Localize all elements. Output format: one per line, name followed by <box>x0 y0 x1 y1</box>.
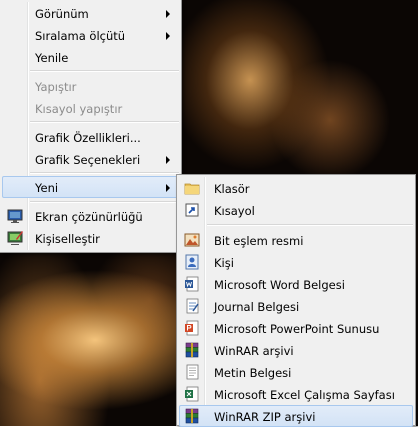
menu-item-label: Kısayol <box>214 204 255 218</box>
menu-separator <box>30 121 179 123</box>
menu-item-label: Yeni <box>35 181 59 195</box>
menu-item-label: Journal Belgesi <box>214 300 300 314</box>
new-word-document-item[interactable]: Microsoft Word Belgesi <box>179 273 413 295</box>
contact-icon <box>185 254 199 270</box>
new-winrar-zip-item[interactable]: WinRAR ZIP arşivi <box>179 405 413 427</box>
winrar-zip-icon <box>185 408 199 424</box>
menu-separator <box>30 201 179 203</box>
personalize-icon <box>7 231 23 245</box>
menu-item-label: Görünüm <box>35 7 89 21</box>
menu-item-label: Klasör <box>214 182 250 196</box>
menu-item-label: Microsoft PowerPoint Sunusu <box>214 322 380 336</box>
new-journal-document-item[interactable]: Journal Belgesi <box>179 295 413 317</box>
menu-item-sort-by[interactable]: Sıralama ölçütü <box>2 24 179 46</box>
menu-item-label: Grafik Seçenekleri <box>35 153 141 167</box>
new-contact-item[interactable]: Kişi <box>179 251 413 273</box>
menu-item-label: Yenile <box>35 51 69 65</box>
new-folder-item[interactable]: Klasör <box>179 177 413 199</box>
menu-item-personalize[interactable]: Kişiselleştir <box>2 227 179 249</box>
menu-separator <box>207 224 413 226</box>
powerpoint-icon <box>185 320 199 336</box>
menu-item-label: Kişiselleştir <box>35 232 100 246</box>
new-winrar-archive-item[interactable]: WinRAR arşivi <box>179 339 413 361</box>
submenu-arrow-icon <box>166 156 170 164</box>
word-document-icon <box>185 276 199 292</box>
desktop-context-menu: Görünüm Sıralama ölçütü Yenile Yapıştır … <box>0 0 182 253</box>
folder-icon <box>184 183 200 195</box>
submenu-arrow-icon <box>166 32 170 40</box>
menu-item-paste-shortcut: Kısayol yapıştır <box>2 97 179 119</box>
text-document-icon <box>186 364 199 380</box>
menu-item-label: Microsoft Excel Çalışma Sayfası <box>214 388 395 402</box>
new-bitmap-item[interactable]: Bit eşlem resmi <box>179 229 413 251</box>
new-powerpoint-item[interactable]: Microsoft PowerPoint Sunusu <box>179 317 413 339</box>
shortcut-icon <box>185 203 199 217</box>
menu-separator <box>30 70 179 72</box>
screen-resolution-icon <box>7 209 23 223</box>
new-submenu: Klasör Kısayol Bit eşlem resmi Kişi Micr… <box>176 174 416 427</box>
menu-item-label: WinRAR arşivi <box>214 344 294 358</box>
menu-item-label: Bit eşlem resmi <box>214 234 304 248</box>
winrar-archive-icon <box>185 342 199 358</box>
journal-document-icon <box>186 298 199 314</box>
menu-item-label: Kısayol yapıştır <box>35 102 123 116</box>
menu-item-new[interactable]: Yeni <box>2 176 179 198</box>
menu-item-label: Yapıştır <box>35 80 77 94</box>
menu-item-label: Microsoft Word Belgesi <box>214 278 345 292</box>
menu-item-paste: Yapıştır <box>2 75 179 97</box>
menu-item-refresh[interactable]: Yenile <box>2 46 179 68</box>
menu-separator <box>30 172 179 174</box>
submenu-arrow-icon <box>166 184 170 192</box>
menu-item-label: Kişi <box>214 256 234 270</box>
menu-item-label: Ekran çözünürlüğü <box>35 210 143 224</box>
menu-item-label: Grafik Özellikleri... <box>35 131 141 145</box>
menu-item-graphics-options[interactable]: Grafik Seçenekleri <box>2 148 179 170</box>
new-excel-worksheet-item[interactable]: Microsoft Excel Çalışma Sayfası <box>179 383 413 405</box>
menu-item-label: WinRAR ZIP arşivi <box>214 410 316 424</box>
excel-worksheet-icon <box>185 386 199 402</box>
submenu-arrow-icon <box>166 10 170 18</box>
new-shortcut-item[interactable]: Kısayol <box>179 199 413 221</box>
menu-item-label: Sıralama ölçütü <box>35 29 126 43</box>
menu-item-screen-resolution[interactable]: Ekran çözünürlüğü <box>2 205 179 227</box>
menu-item-graphics-properties[interactable]: Grafik Özellikleri... <box>2 126 179 148</box>
new-text-document-item[interactable]: Metin Belgesi <box>179 361 413 383</box>
menu-item-label: Metin Belgesi <box>214 366 292 380</box>
bitmap-image-icon <box>184 233 200 247</box>
menu-item-view[interactable]: Görünüm <box>2 2 179 24</box>
